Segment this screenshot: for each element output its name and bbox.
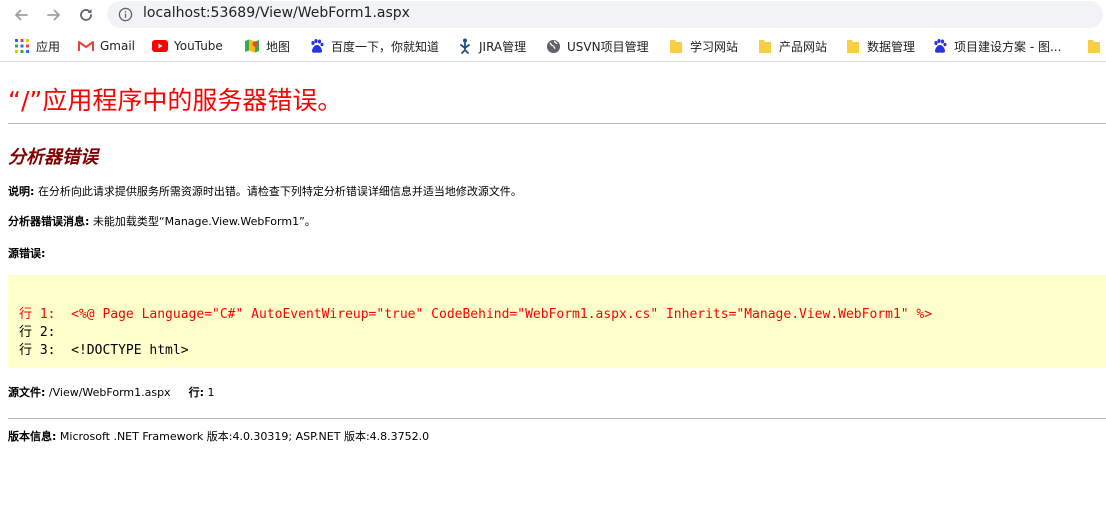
error-subtitle: 分析器错误	[8, 147, 98, 168]
source-file-label: 源文件:	[8, 386, 46, 399]
baidu-paw-icon	[309, 38, 325, 54]
info-icon[interactable]	[118, 7, 133, 22]
baidu-paw-icon	[932, 38, 948, 54]
bookmark-label: 学习网站	[690, 39, 739, 54]
globe-icon	[545, 38, 561, 54]
version-info-text: Microsoft .NET Framework 版本:4.0.30319; A…	[56, 430, 430, 443]
folder-icon	[668, 38, 684, 54]
apps-grid-icon	[14, 38, 30, 54]
parser-message-label: 分析器错误消息:	[8, 215, 90, 228]
divider	[8, 123, 1106, 124]
code-line: 行 2:	[19, 321, 71, 340]
bookmark-label: JIRA管理	[479, 39, 527, 54]
url-text[interactable]: localhost:53689/View/WebForm1.aspx	[143, 5, 410, 21]
line-number-label: 行:	[188, 386, 204, 399]
bookmark-label: USVN项目管理	[567, 39, 649, 54]
code-line-prefix: 行 2:	[19, 325, 72, 340]
code-line: 行 1: <%@ Page Language="C#" AutoEventWir…	[19, 303, 932, 322]
code-line-text: <!DOCTYPE html>	[71, 343, 189, 358]
description-text: 在分析向此请求提供服务所需资源时出错。请检查下列特定分析错误详细信息并适当地修改…	[34, 185, 522, 198]
back-button[interactable]	[9, 3, 33, 27]
version-info-line: 版本信息: Microsoft .NET Framework 版本:4.0.30…	[8, 428, 429, 444]
parser-message-text: 未能加载类型“Manage.View.WebForm1”。	[89, 215, 316, 228]
bookmark-label: 地图	[266, 39, 291, 54]
bookmark-label: 百度一下，你就知道	[331, 39, 440, 54]
line-number-value: 1	[203, 386, 215, 399]
source-code-box: 行 1: <%@ Page Language="C#" AutoEventWir…	[8, 275, 1106, 368]
parser-message-line: 分析器错误消息: 未能加载类型“Manage.View.WebForm1”。	[8, 213, 316, 229]
description-line: 说明: 在分析向此请求提供服务所需资源时出错。请检查下列特定分析错误详细信息并适…	[8, 183, 522, 199]
source-file-line: 源文件: /View/WebForm1.aspx 行: 1	[8, 384, 214, 400]
bookmark-folder-data[interactable]: 数据管理	[845, 37, 915, 55]
bookmark-gmail[interactable]: Gmail	[78, 37, 135, 55]
bookmark-usvn[interactable]: USVN项目管理	[545, 37, 649, 55]
bookmark-maps[interactable]: 地图	[244, 37, 290, 55]
code-line-prefix: 行 3:	[19, 343, 72, 358]
bookmarks-bar: 应用 Gmail YouTube 地图 百度一下，你就知道 JIRA管理 USV…	[0, 30, 1106, 62]
folder-icon	[845, 38, 861, 54]
address-bar[interactable]: localhost:53689/View/WebForm1.aspx	[107, 1, 1103, 28]
bookmark-label: 数据管理	[867, 39, 916, 54]
gmail-icon	[78, 38, 94, 54]
youtube-icon	[152, 38, 168, 54]
arrow-right-icon	[47, 9, 60, 21]
bookmark-label: 产品网站	[779, 39, 828, 54]
jira-icon	[457, 38, 473, 54]
bookmark-label: 项目建设方案 - 图...	[954, 39, 1062, 54]
bookmark-jira[interactable]: JIRA管理	[457, 37, 526, 55]
page-title: “/”应用程序中的服务器错误。	[8, 86, 343, 115]
bookmark-folder-product[interactable]: 产品网站	[757, 37, 827, 55]
code-line-text: <%@ Page Language="C#" AutoEventWireup="…	[71, 307, 933, 322]
folder-icon	[757, 38, 773, 54]
code-line: 行 3: <!DOCTYPE html>	[19, 339, 189, 358]
source-file-value: /View/WebForm1.aspx	[45, 386, 171, 399]
bookmark-project-plan[interactable]: 项目建设方案 - 图...	[932, 37, 1061, 55]
reload-icon	[80, 9, 92, 21]
bookmark-label: 应用	[36, 39, 61, 54]
source-error-label: 源错误:	[8, 247, 46, 260]
bookmark-label: YouTube	[174, 39, 223, 53]
bookmark-baidu[interactable]: 百度一下，你就知道	[309, 37, 439, 55]
source-error-heading: 源错误:	[8, 245, 45, 261]
code-line-prefix: 行 1:	[19, 307, 72, 322]
version-info-label: 版本信息:	[8, 430, 57, 443]
bookmark-apps[interactable]: 应用	[14, 37, 60, 55]
forward-button[interactable]	[42, 3, 66, 27]
arrow-left-icon	[15, 9, 28, 21]
bookmark-overflow-folder[interactable]	[1086, 37, 1106, 55]
bookmark-label: Gmail	[100, 39, 136, 53]
folder-icon	[1086, 38, 1102, 54]
bookmark-folder-study[interactable]: 学习网站	[668, 37, 738, 55]
reload-button[interactable]	[74, 3, 98, 27]
bookmark-youtube[interactable]: YouTube	[152, 37, 223, 55]
description-label: 说明:	[8, 185, 35, 198]
maps-icon	[244, 38, 260, 54]
browser-toolbar: localhost:53689/View/WebForm1.aspx	[0, 0, 1106, 30]
divider	[8, 418, 1106, 419]
